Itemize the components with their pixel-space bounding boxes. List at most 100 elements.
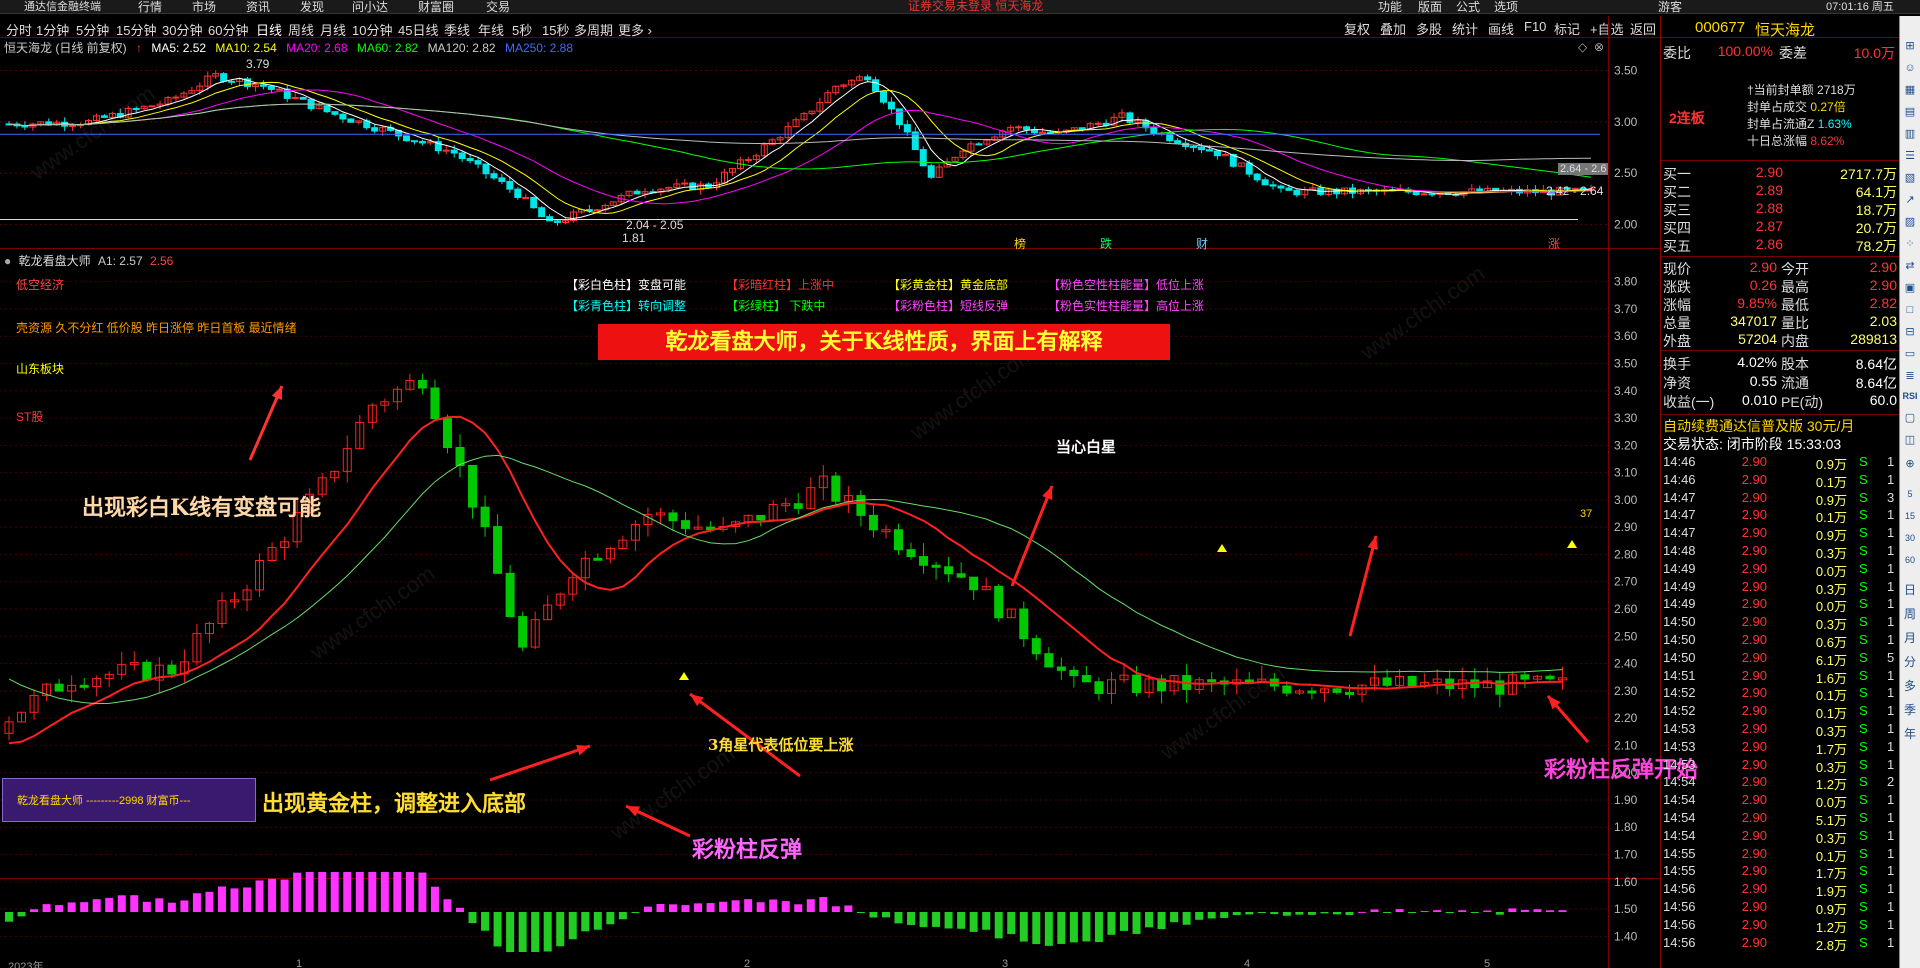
tick-side: S [1859,454,1868,469]
stats-value: 2.90 [1869,277,1897,293]
annotation-text: 当心白星 [1056,438,1117,456]
side-tab-month[interactable]: 月 [1902,630,1918,646]
candle-body [79,684,89,688]
person-icon[interactable]: ☺ [1902,60,1918,76]
gear-icon[interactable]: ● [4,254,11,268]
price-tick: 1.70 [1614,848,1638,862]
value-label: 37 [1580,508,1593,520]
histogram-bar [142,901,151,912]
histogram-bar [167,902,176,912]
upper-candles [5,70,1595,226]
period-30-icon[interactable]: 30 [1902,530,1918,546]
candle-body [1198,146,1205,151]
kline-chart[interactable]: 3.50 3.00 2.50 2.00 3.80 3.70 3.60 3.50 3.40 3.30… [0,0,1920,968]
tick-row: 14:56 2.90 1.9万 S 1 [1663,881,1897,899]
tick-count: 1 [1887,845,1895,861]
histogram-bar [831,906,840,912]
histogram-bar [1044,912,1053,946]
candle-body [1132,674,1142,693]
histogram-bar [355,872,364,912]
analysis-icon[interactable]: ▨ [1902,214,1918,230]
rect-icon[interactable]: ▭ [1902,346,1918,362]
seal-label: 十日总涨幅 [1747,134,1808,148]
histogram-bar [994,912,1003,939]
candle-body [538,207,546,218]
histogram-bar [255,880,264,912]
dots-icon[interactable]: ⁘ [1902,236,1918,252]
list-icon[interactable]: ☰ [1902,148,1918,164]
split-icon[interactable]: ◫ [1902,432,1918,448]
stats-row: 涨跌 0.26 最高 2.90 [1663,277,1897,295]
candle-body [1213,150,1221,157]
side-tab-minute[interactable]: 分 [1902,654,1918,670]
candle-body [744,159,752,162]
candle-body [1205,149,1213,152]
price-tick: 3.70 [1614,302,1638,316]
kline-icon[interactable]: ▥ [1902,126,1918,142]
price-tick: 2.40 [1614,657,1638,671]
compare-icon[interactable]: ⇄ [1902,258,1918,274]
grid-icon[interactable]: ▦ [1902,82,1918,98]
stack-icon[interactable]: ≣ [1902,368,1918,384]
event-mark[interactable]: 跌 [1100,235,1112,252]
candle-body [69,124,77,127]
candle-body [856,495,866,516]
period-15-icon[interactable]: 15 [1902,508,1918,524]
histogram-bar [982,912,991,930]
candle-body [1253,173,1261,181]
histogram-bar [1245,912,1254,915]
scroll-down-icon[interactable]: ⊕ [1902,456,1918,472]
diamond-icon[interactable]: ◇ [1578,40,1587,54]
tick-time: 14:54 [1663,774,1696,790]
histogram-bar [969,912,978,932]
indicator-name[interactable]: 乾龙看盘大师 [19,254,91,268]
period-60-icon[interactable]: 60 [1902,552,1918,568]
rsi-icon[interactable]: RSI [1902,388,1918,404]
histogram-bar [1458,910,1467,912]
side-tab-year[interactable]: 年 [1902,726,1918,742]
frame-icon[interactable]: ▢ [1902,410,1918,426]
event-mark[interactable]: 涨 [1548,235,1560,252]
event-mark[interactable]: 榜 [1014,235,1026,252]
histogram-bar [318,872,327,912]
stats-label: 总量 [1663,315,1691,331]
tick-count: 1 [1887,471,1895,487]
ma10-label: MA10: 2.54 [215,41,277,55]
stats-value: 57204 [1738,331,1777,347]
panel-icon[interactable]: ▣ [1902,280,1918,296]
close-icon[interactable]: ⊗ [1594,40,1604,54]
histogram-bar [343,872,352,912]
window-icon[interactable]: ⊞ [1902,38,1918,54]
price-tick: 2.80 [1614,547,1638,561]
bars-icon[interactable]: ▧ [1902,170,1918,186]
seal-label: †当前封单额 [1747,83,1814,97]
tick-count: 1 [1887,578,1895,594]
side-tab-multi[interactable]: 多 [1902,678,1918,694]
renewal-promo[interactable]: 自动续费通达信普及版 30元/月 [1663,416,1854,436]
histogram-bar [781,901,790,912]
period-5-icon[interactable]: 5 [1902,486,1918,502]
side-tab-week[interactable]: 周 [1902,606,1918,622]
side-tab-season[interactable]: 季 [1902,702,1918,718]
trend-icon[interactable]: ↗ [1902,192,1918,208]
side-tab-day[interactable]: 日 [1902,582,1918,598]
candle-body [142,661,152,681]
histogram-bar [42,904,51,912]
candle-body [100,115,108,118]
chart-icon[interactable]: ▤ [1902,104,1918,120]
histogram-bar [205,891,214,912]
candle-body [1174,140,1182,144]
event-mark[interactable]: 财 [1196,235,1208,252]
tick-time: 14:49 [1663,560,1696,576]
price-tick: 3.40 [1614,384,1638,398]
bid-volume: 18.7万 [1855,202,1897,218]
candle-body [931,564,941,568]
ma-line [8,81,1591,215]
tick-row: 14:54 2.90 1.2万 S 2 [1663,774,1897,792]
indicator-red-line [8,415,1563,745]
promo-box[interactable]: 乾龙看盘大师 ---------2998 财富币--- [2,778,256,822]
table-icon[interactable]: ⊟ [1902,324,1918,340]
square-icon[interactable]: □ [1902,302,1918,318]
candle-body [54,683,64,692]
stock-name: 恒天海龙 [1755,22,1816,39]
